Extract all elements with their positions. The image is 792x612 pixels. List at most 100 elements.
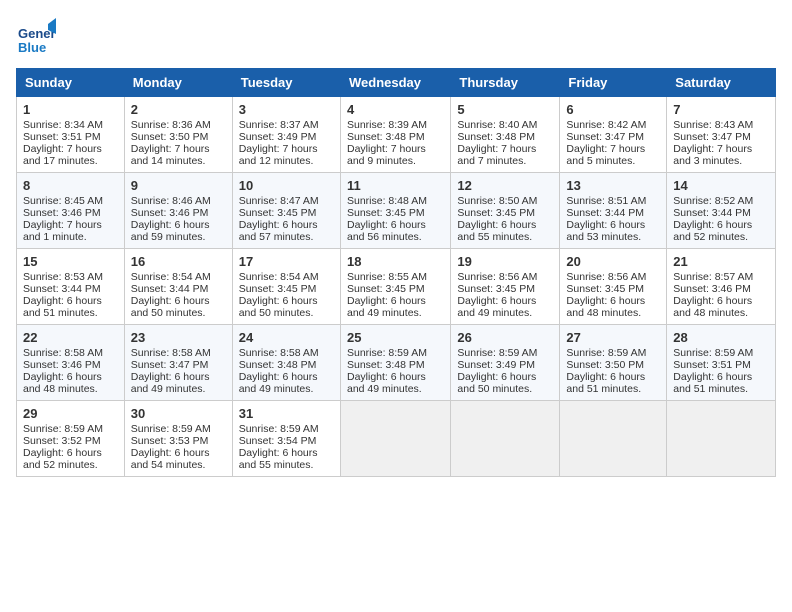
day-number: 14 xyxy=(673,178,769,193)
sunset: Sunset: 3:47 PM xyxy=(131,359,209,371)
sunrise: Sunrise: 8:40 AM xyxy=(457,119,537,131)
daylight: Daylight: 6 hours and 50 minutes. xyxy=(457,371,536,395)
col-header-saturday: Saturday xyxy=(667,69,776,97)
day-number: 2 xyxy=(131,102,226,117)
sunset: Sunset: 3:47 PM xyxy=(673,131,751,143)
sunset: Sunset: 3:45 PM xyxy=(239,283,317,295)
col-header-thursday: Thursday xyxy=(451,69,560,97)
sunset: Sunset: 3:48 PM xyxy=(457,131,535,143)
day-number: 17 xyxy=(239,254,334,269)
daylight: Daylight: 6 hours and 56 minutes. xyxy=(347,219,426,243)
day-number: 12 xyxy=(457,178,553,193)
sunset: Sunset: 3:44 PM xyxy=(23,283,101,295)
day-number: 16 xyxy=(131,254,226,269)
calendar-cell: 23Sunrise: 8:58 AMSunset: 3:47 PMDayligh… xyxy=(124,325,232,401)
calendar-cell: 27Sunrise: 8:59 AMSunset: 3:50 PMDayligh… xyxy=(560,325,667,401)
sunrise: Sunrise: 8:34 AM xyxy=(23,119,103,131)
calendar-cell xyxy=(340,401,450,477)
daylight: Daylight: 6 hours and 54 minutes. xyxy=(131,447,210,471)
daylight: Daylight: 6 hours and 48 minutes. xyxy=(673,295,752,319)
sunrise: Sunrise: 8:46 AM xyxy=(131,195,211,207)
sunset: Sunset: 3:50 PM xyxy=(131,131,209,143)
sunset: Sunset: 3:54 PM xyxy=(239,435,317,447)
calendar-cell xyxy=(560,401,667,477)
sunset: Sunset: 3:44 PM xyxy=(566,207,644,219)
sunrise: Sunrise: 8:51 AM xyxy=(566,195,646,207)
daylight: Daylight: 7 hours and 7 minutes. xyxy=(457,143,536,167)
sunrise: Sunrise: 8:56 AM xyxy=(457,271,537,283)
day-number: 13 xyxy=(566,178,660,193)
sunrise: Sunrise: 8:47 AM xyxy=(239,195,319,207)
day-number: 7 xyxy=(673,102,769,117)
sunset: Sunset: 3:45 PM xyxy=(347,283,425,295)
calendar-cell: 14 Sunrise: 8:52 AMSunset: 3:44 PMDayligh… xyxy=(667,173,776,249)
sunset: Sunset: 3:48 PM xyxy=(347,131,425,143)
calendar-cell: 2Sunrise: 8:36 AMSunset: 3:50 PMDaylight… xyxy=(124,97,232,173)
col-header-sunday: Sunday xyxy=(17,69,125,97)
sunrise: Sunrise: 8:59 AM xyxy=(566,347,646,359)
calendar-cell: 24Sunrise: 8:58 AMSunset: 3:48 PMDayligh… xyxy=(232,325,340,401)
day-number: 10 xyxy=(239,178,334,193)
day-number: 19 xyxy=(457,254,553,269)
day-number: 15 xyxy=(23,254,118,269)
day-number: 22 xyxy=(23,330,118,345)
day-number: 21 xyxy=(673,254,769,269)
daylight: Daylight: 6 hours and 57 minutes. xyxy=(239,219,318,243)
daylight: Daylight: 6 hours and 50 minutes. xyxy=(131,295,210,319)
sunset: Sunset: 3:46 PM xyxy=(673,283,751,295)
daylight: Daylight: 6 hours and 48 minutes. xyxy=(566,295,645,319)
day-number: 30 xyxy=(131,406,226,421)
day-number: 20 xyxy=(566,254,660,269)
daylight: Daylight: 7 hours and 1 minute. xyxy=(23,219,102,243)
sunrise: Sunrise: 8:59 AM xyxy=(457,347,537,359)
daylight: Daylight: 6 hours and 51 minutes. xyxy=(673,371,752,395)
sunrise: Sunrise: 8:52 AM xyxy=(673,195,753,207)
daylight: Daylight: 7 hours and 3 minutes. xyxy=(673,143,752,167)
sunrise: Sunrise: 8:50 AM xyxy=(457,195,537,207)
sunrise: Sunrise: 8:59 AM xyxy=(347,347,427,359)
calendar-cell: 10 Sunrise: 8:47 AMSunset: 3:45 PMDayligh… xyxy=(232,173,340,249)
col-header-monday: Monday xyxy=(124,69,232,97)
day-number: 25 xyxy=(347,330,444,345)
calendar-cell: 11Sunrise: 8:48 AMSunset: 3:45 PMDayligh… xyxy=(340,173,450,249)
sunset: Sunset: 3:51 PM xyxy=(673,359,751,371)
sunset: Sunset: 3:47 PM xyxy=(566,131,644,143)
sunset: Sunset: 3:45 PM xyxy=(457,283,535,295)
daylight: Daylight: 6 hours and 49 minutes. xyxy=(131,371,210,395)
day-number: 3 xyxy=(239,102,334,117)
sunset: Sunset: 3:45 PM xyxy=(566,283,644,295)
day-number: 6 xyxy=(566,102,660,117)
daylight: Daylight: 6 hours and 52 minutes. xyxy=(673,219,752,243)
daylight: Daylight: 6 hours and 59 minutes. xyxy=(131,219,210,243)
sunrise: Sunrise: 8:58 AM xyxy=(23,347,103,359)
calendar-cell: 17Sunrise: 8:54 AMSunset: 3:45 PMDayligh… xyxy=(232,249,340,325)
daylight: Daylight: 7 hours and 12 minutes. xyxy=(239,143,318,167)
sunrise: Sunrise: 8:54 AM xyxy=(131,271,211,283)
calendar-cell: 22Sunrise: 8:58 AMSunset: 3:46 PMDayligh… xyxy=(17,325,125,401)
sunset: Sunset: 3:44 PM xyxy=(131,283,209,295)
daylight: Daylight: 6 hours and 51 minutes. xyxy=(566,371,645,395)
daylight: Daylight: 7 hours and 14 minutes. xyxy=(131,143,210,167)
calendar-cell: 26Sunrise: 8:59 AMSunset: 3:49 PMDayligh… xyxy=(451,325,560,401)
calendar-cell: 19Sunrise: 8:56 AMSunset: 3:45 PMDayligh… xyxy=(451,249,560,325)
sunset: Sunset: 3:50 PM xyxy=(566,359,644,371)
calendar-cell: 3Sunrise: 8:37 AMSunset: 3:49 PMDaylight… xyxy=(232,97,340,173)
sunset: Sunset: 3:44 PM xyxy=(673,207,751,219)
col-header-tuesday: Tuesday xyxy=(232,69,340,97)
sunrise: Sunrise: 8:39 AM xyxy=(347,119,427,131)
day-number: 11 xyxy=(347,178,444,193)
sunset: Sunset: 3:49 PM xyxy=(457,359,535,371)
calendar-cell: 9Sunrise: 8:46 AMSunset: 3:46 PMDaylight… xyxy=(124,173,232,249)
day-number: 9 xyxy=(131,178,226,193)
sunrise: Sunrise: 8:58 AM xyxy=(131,347,211,359)
daylight: Daylight: 6 hours and 55 minutes. xyxy=(239,447,318,471)
sunrise: Sunrise: 8:58 AM xyxy=(239,347,319,359)
calendar-cell xyxy=(451,401,560,477)
sunrise: Sunrise: 8:59 AM xyxy=(239,423,319,435)
svg-text:Blue: Blue xyxy=(18,40,46,55)
calendar-cell: 18Sunrise: 8:55 AMSunset: 3:45 PMDayligh… xyxy=(340,249,450,325)
calendar-cell: 20Sunrise: 8:56 AMSunset: 3:45 PMDayligh… xyxy=(560,249,667,325)
sunset: Sunset: 3:45 PM xyxy=(239,207,317,219)
calendar-cell: 30Sunrise: 8:59 AMSunset: 3:53 PMDayligh… xyxy=(124,401,232,477)
sunrise: Sunrise: 8:42 AM xyxy=(566,119,646,131)
